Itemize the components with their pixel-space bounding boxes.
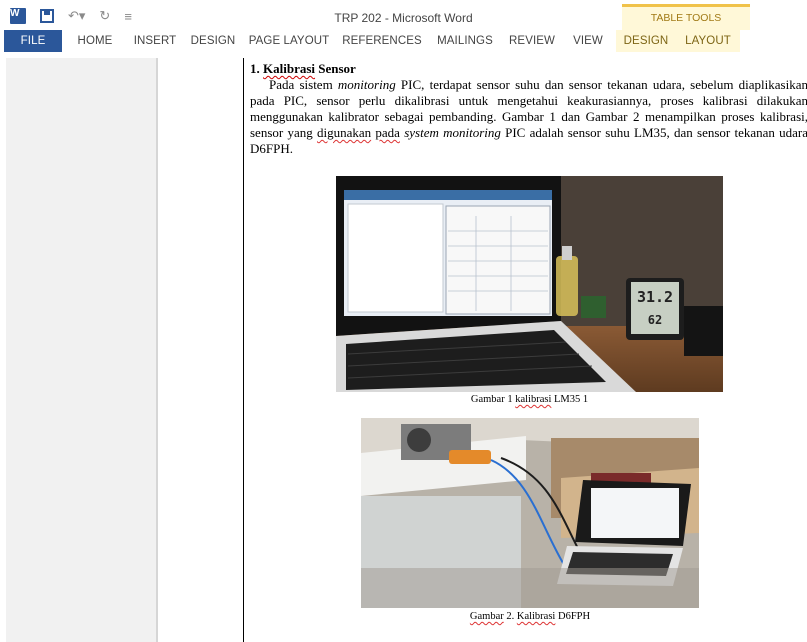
navigation-pane[interactable] — [6, 58, 156, 642]
save-icon[interactable] — [40, 9, 54, 23]
undo-icon[interactable]: ↶▾ — [68, 8, 85, 24]
tab-design[interactable]: DESIGN — [182, 30, 244, 52]
page-left-edge — [243, 58, 244, 642]
title-bar: W ↶▾ ↻ ≡ TRP 202 - Microsoft Word TABLE … — [0, 0, 807, 30]
navigation-pane-splitter[interactable] — [156, 58, 158, 642]
figure-2-caption: Gambar 2. Kalibrasi D6FPH — [469, 611, 591, 622]
table-tools-group-label: TABLE TOOLS — [622, 4, 750, 30]
word-app-icon[interactable]: W — [10, 8, 26, 24]
body-paragraph: Pada sistem monitoring PIC, terdapat sen… — [250, 77, 807, 156]
tab-page-layout[interactable]: PAGE LAYOUT — [244, 30, 334, 52]
document-body[interactable]: 1. Kalibrasi Sensor Pada sistem monitori… — [250, 61, 807, 157]
tab-home[interactable]: HOME — [62, 30, 128, 52]
tab-references[interactable]: REFERENCES — [334, 30, 430, 52]
hygrometer-readout: 62 — [648, 313, 662, 327]
tab-mailings[interactable]: MAILINGS — [430, 30, 500, 52]
section-heading: 1. Kalibrasi Sensor — [250, 61, 356, 76]
figure-1-photo[interactable]: 31.2 62 — [336, 176, 723, 392]
customize-qat-icon[interactable]: ≡ — [124, 9, 132, 24]
thermometer-readout: 31.2 — [637, 288, 673, 306]
tab-insert[interactable]: INSERT — [128, 30, 182, 52]
quick-access-toolbar: W ↶▾ ↻ ≡ — [10, 7, 146, 25]
redo-icon[interactable]: ↻ — [99, 8, 110, 24]
ribbon-tabs: FILE HOME INSERT DESIGN PAGE LAYOUT REFE… — [0, 30, 807, 52]
tab-table-layout[interactable]: LAYOUT — [676, 30, 740, 52]
tab-table-design[interactable]: DESIGN — [616, 30, 676, 52]
figure-2-photo[interactable] — [361, 418, 699, 608]
tab-review[interactable]: REVIEW — [500, 30, 564, 52]
tab-file[interactable]: FILE — [4, 30, 62, 52]
tab-view[interactable]: VIEW — [564, 30, 612, 52]
figure-1-caption: Gambar 1 kalibrasi LM35 1 — [470, 394, 589, 405]
